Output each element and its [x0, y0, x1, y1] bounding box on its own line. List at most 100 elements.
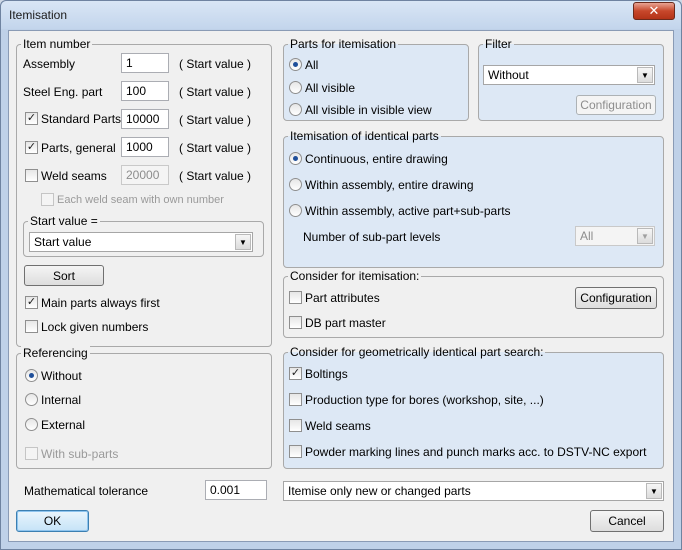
with-subparts-label: With sub-parts	[41, 447, 119, 461]
close-button[interactable]: ✕	[633, 2, 675, 20]
item-number-legend: Item number	[21, 37, 93, 51]
parts-general-start-suffix: ( Start value )	[179, 141, 252, 155]
subpart-levels-select[interactable]: All ▼	[575, 226, 655, 246]
lock-numbers-checkbox[interactable]	[25, 320, 38, 333]
chevron-down-icon[interactable]: ▼	[235, 234, 251, 250]
parts-all-radio[interactable]	[289, 58, 302, 71]
referencing-internal-radio[interactable]	[25, 393, 38, 406]
parts-general-checkbox[interactable]: ✓	[25, 141, 38, 154]
geometric-search-group: Consider for geometrically identical par…	[283, 345, 664, 469]
itemise-mode-select[interactable]: Itemise only new or changed parts ▼	[283, 481, 664, 501]
filter-selected: Without	[488, 68, 529, 82]
filter-select[interactable]: Without ▼	[483, 65, 655, 85]
main-parts-first-label: Main parts always first	[41, 296, 160, 310]
referencing-internal-label: Internal	[41, 393, 82, 407]
with-subparts-checkbox[interactable]	[25, 447, 38, 460]
filter-configuration-button[interactable]: Configuration	[576, 95, 656, 115]
ok-button[interactable]: OK	[16, 510, 89, 532]
within-assembly-entire-label: Within assembly, entire drawing	[305, 178, 474, 192]
check-icon: ✓	[290, 367, 301, 379]
consider-configuration-button[interactable]: Configuration	[575, 287, 657, 309]
continuous-entire-label: Continuous, entire drawing	[305, 152, 448, 166]
window-title: Itemisation	[9, 8, 68, 22]
assembly-start-field[interactable]: 1	[121, 53, 169, 73]
chevron-down-icon[interactable]: ▼	[646, 483, 662, 499]
cancel-button[interactable]: Cancel	[590, 510, 664, 532]
parts-all-label: All	[305, 58, 319, 72]
sort-button[interactable]: Sort	[24, 265, 104, 286]
geo-weld-seams-checkbox[interactable]	[289, 419, 302, 432]
weld-seams-start-suffix: ( Start value )	[179, 169, 252, 183]
assembly-start-suffix: ( Start value )	[179, 57, 252, 71]
powder-marking-label: Powder marking lines and punch marks acc…	[305, 445, 647, 459]
chevron-down-icon[interactable]: ▼	[637, 228, 653, 244]
parts-visible-view-radio[interactable]	[289, 103, 302, 116]
parts-general-start-field[interactable]: 1000	[121, 137, 169, 157]
dialog-client: Item number Assembly 1 ( Start value ) S…	[8, 30, 674, 542]
referencing-legend: Referencing	[21, 346, 90, 360]
continuous-entire-radio[interactable]	[289, 152, 302, 165]
production-type-checkbox[interactable]	[289, 393, 302, 406]
consider-itemisation-legend: Consider for itemisation:	[288, 269, 422, 283]
steel-eng-part-label: Steel Eng. part	[23, 85, 103, 99]
geo-weld-seams-label: Weld seams	[305, 419, 371, 433]
start-value-legend: Start value =	[28, 214, 100, 228]
parts-for-itemisation-group: Parts for itemisation All All visible Al…	[283, 37, 469, 121]
referencing-without-label: Without	[41, 369, 82, 383]
tolerance-field[interactable]: 0.001	[205, 480, 267, 500]
boltings-checkbox[interactable]: ✓	[289, 367, 302, 380]
geometric-search-legend: Consider for geometrically identical par…	[288, 345, 546, 359]
itemisation-dialog: Itemisation ✕ Item number Assembly 1 ( S…	[0, 0, 682, 550]
chevron-down-icon[interactable]: ▼	[637, 67, 653, 83]
production-type-label: Production type for bores (workshop, sit…	[305, 393, 544, 407]
part-attributes-label: Part attributes	[305, 291, 380, 305]
check-icon: ✓	[26, 296, 37, 308]
start-value-selected: Start value	[34, 235, 92, 249]
referencing-without-radio[interactable]	[25, 369, 38, 382]
powder-marking-checkbox[interactable]	[289, 445, 302, 458]
each-weld-seam-label: Each weld seam with own number	[57, 194, 224, 206]
weld-seams-checkbox[interactable]	[25, 169, 38, 182]
parts-visible-view-label: All visible in visible view	[305, 103, 432, 117]
referencing-group: Referencing Without Internal External Wi…	[16, 346, 272, 469]
referencing-external-radio[interactable]	[25, 418, 38, 431]
boltings-label: Boltings	[305, 367, 348, 381]
lock-numbers-label: Lock given numbers	[41, 320, 149, 334]
check-icon: ✓	[26, 112, 37, 124]
consider-itemisation-group: Consider for itemisation: Part attribute…	[283, 269, 664, 338]
close-icon[interactable]: ✕	[649, 3, 660, 18]
identical-parts-legend: Itemisation of identical parts	[288, 129, 441, 143]
parts-for-itemisation-legend: Parts for itemisation	[288, 37, 399, 51]
parts-all-visible-radio[interactable]	[289, 81, 302, 94]
weld-seams-start-field[interactable]: 20000	[121, 165, 169, 185]
standard-parts-label: Standard Parts	[41, 112, 122, 126]
subpart-levels-selected: All	[580, 229, 594, 243]
filter-group: Filter Without ▼ Configuration	[478, 37, 664, 121]
itemise-mode-selected: Itemise only new or changed parts	[288, 484, 471, 498]
filter-legend: Filter	[483, 37, 514, 51]
steel-eng-part-start-suffix: ( Start value )	[179, 85, 252, 99]
referencing-external-label: External	[41, 418, 86, 432]
within-assembly-active-label: Within assembly, active part+sub-parts	[305, 204, 511, 218]
check-icon: ✓	[26, 141, 37, 153]
db-part-master-label: DB part master	[305, 316, 386, 330]
item-number-group: Item number Assembly 1 ( Start value ) S…	[16, 37, 272, 347]
assembly-label: Assembly	[23, 57, 76, 71]
subpart-levels-label: Number of sub-part levels	[303, 230, 441, 244]
standard-parts-start-suffix: ( Start value )	[179, 113, 252, 127]
within-assembly-entire-radio[interactable]	[289, 178, 302, 191]
weld-seams-label: Weld seams	[41, 169, 107, 183]
main-parts-first-checkbox[interactable]: ✓	[25, 296, 38, 309]
within-assembly-active-radio[interactable]	[289, 204, 302, 217]
db-part-master-checkbox[interactable]	[289, 316, 302, 329]
standard-parts-start-field[interactable]: 10000	[121, 109, 169, 129]
start-value-group: Start value = Start value ▼	[23, 214, 264, 257]
steel-eng-part-start-field[interactable]: 100	[121, 81, 169, 101]
each-weld-seam-checkbox[interactable]	[41, 193, 54, 206]
standard-parts-checkbox[interactable]: ✓	[25, 112, 38, 125]
start-value-select[interactable]: Start value ▼	[29, 232, 253, 252]
part-attributes-checkbox[interactable]	[289, 291, 302, 304]
parts-all-visible-label: All visible	[305, 81, 356, 95]
tolerance-label: Mathematical tolerance	[24, 484, 149, 498]
title-bar: Itemisation ✕	[1, 1, 681, 29]
